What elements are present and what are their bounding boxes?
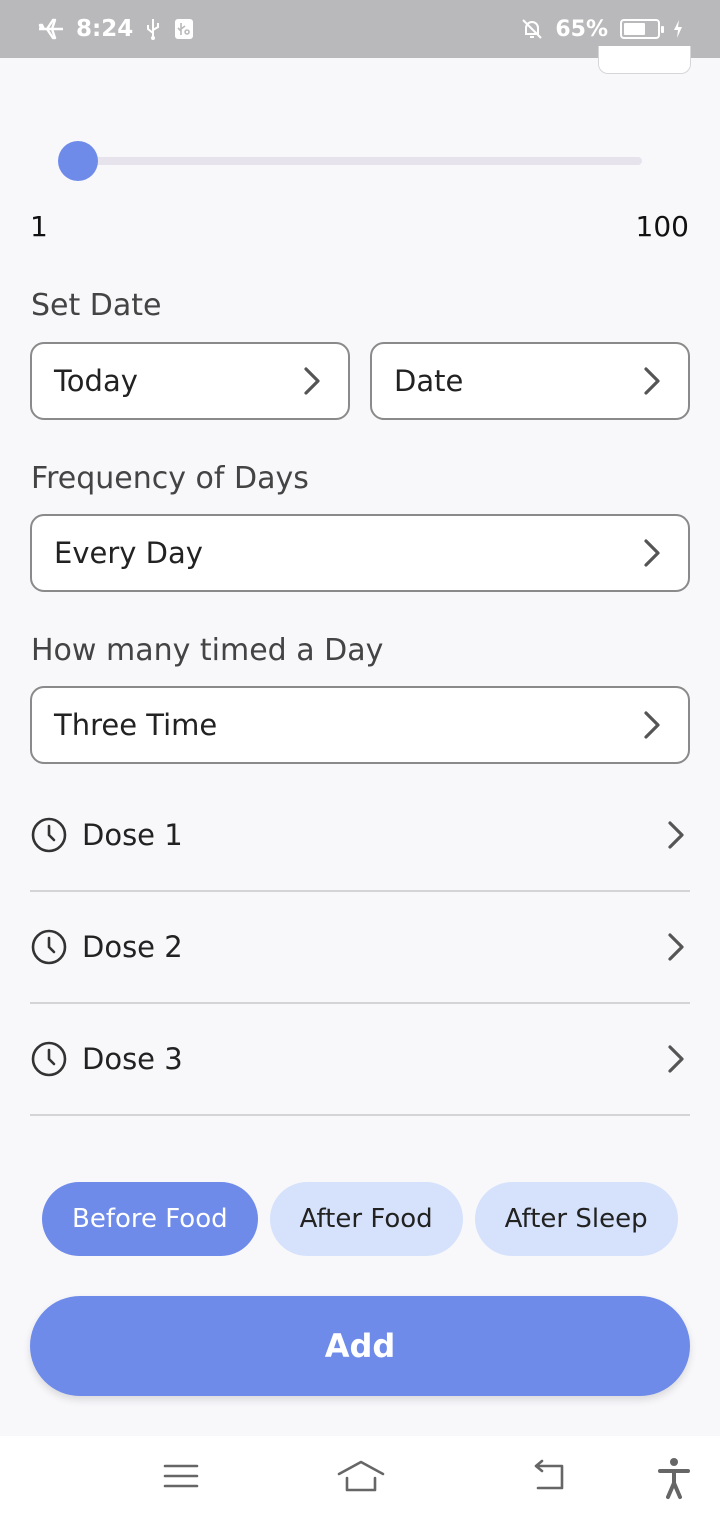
add-medicine-screen: 8:24 65% 1 100 Set Date Today Date Frequ…: [0, 0, 720, 1520]
dose-row[interactable]: Dose 3: [30, 1004, 690, 1116]
home-icon[interactable]: [336, 1456, 386, 1496]
quantity-slider-track[interactable]: [78, 157, 642, 165]
usb-icon: [147, 19, 160, 40]
dose-row[interactable]: Dose 2: [30, 892, 690, 1004]
dose-label: Dose 2: [82, 930, 183, 964]
add-button[interactable]: Add: [30, 1296, 690, 1396]
date-select[interactable]: Date: [370, 342, 690, 420]
dose-row[interactable]: Dose 1: [30, 780, 690, 892]
dose-label: Dose 1: [82, 818, 183, 852]
times-per-day-select[interactable]: Three Time: [30, 686, 690, 764]
menu-icon[interactable]: [162, 1456, 200, 1496]
chevron-right-icon: [644, 367, 660, 395]
food-options: Before Food After Food After Sleep: [42, 1182, 678, 1256]
chevron-right-icon: [668, 821, 684, 849]
chevron-right-icon: [644, 711, 660, 739]
quantity-slider-thumb[interactable]: [58, 141, 98, 181]
clock-icon: [31, 817, 67, 853]
chip-after-sleep[interactable]: After Sleep: [474, 1182, 678, 1256]
times-per-day-value: Three Time: [54, 708, 218, 742]
start-date-select[interactable]: Today: [30, 342, 350, 420]
charging-icon: [674, 20, 682, 38]
battery-percent: 65%: [555, 16, 608, 42]
chip-after-food[interactable]: After Food: [269, 1182, 463, 1256]
start-date-value: Today: [54, 364, 138, 398]
chevron-right-icon: [668, 1045, 684, 1073]
status-time: 8:24: [76, 16, 134, 42]
chevron-right-icon: [668, 933, 684, 961]
alarm-off-icon: [522, 19, 543, 39]
system-nav-bar: [0, 1436, 720, 1520]
accessibility-icon[interactable]: [656, 1456, 692, 1500]
chip-before-food[interactable]: Before Food: [42, 1182, 258, 1256]
slider-max-label: 100: [635, 210, 689, 243]
usb-debug-icon: [175, 19, 194, 39]
frequency-label: Frequency of Days: [31, 461, 309, 496]
back-icon[interactable]: [528, 1456, 568, 1496]
chevron-right-icon: [644, 539, 660, 567]
battery-icon: [620, 19, 664, 39]
top-field-partial[interactable]: [598, 46, 691, 74]
slider-min-label: 1: [30, 210, 48, 243]
set-date-label: Set Date: [31, 288, 162, 323]
airplane-icon: [38, 18, 63, 40]
chevron-right-icon: [304, 367, 320, 395]
clock-icon: [31, 929, 67, 965]
clock-icon: [31, 1041, 67, 1077]
dose-label: Dose 3: [82, 1042, 183, 1076]
frequency-select[interactable]: Every Day: [30, 514, 690, 592]
frequency-value: Every Day: [54, 536, 203, 570]
date-value: Date: [394, 364, 464, 398]
times-per-day-label: How many timed a Day: [31, 633, 384, 668]
